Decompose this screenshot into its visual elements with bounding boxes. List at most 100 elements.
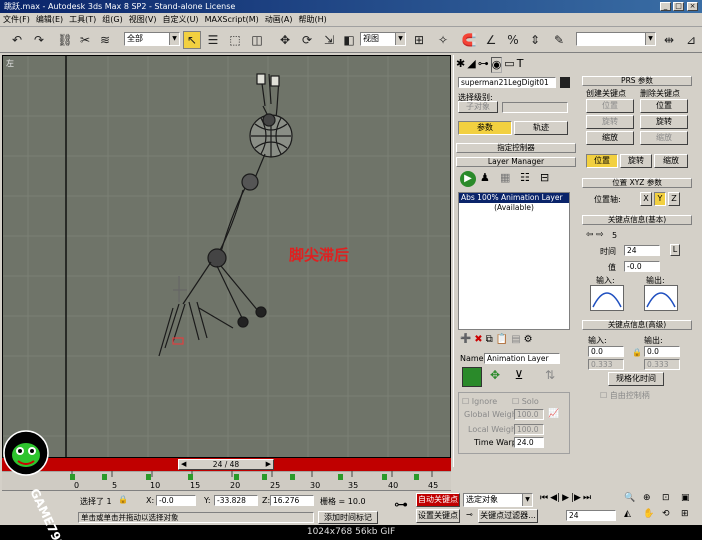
undo-icon[interactable]: ↶ [8, 31, 26, 49]
utilities-tab-icon[interactable]: T [517, 57, 524, 73]
menu-maxscript[interactable]: MAXScript(M) [202, 13, 262, 27]
key-filter-icon[interactable]: ⊸ [466, 510, 473, 519]
next-frame-icon[interactable]: |▶ [571, 493, 581, 507]
object-name-field[interactable]: superman21LegDigit01 [458, 77, 556, 88]
delete-layer-icon[interactable]: ✖ [474, 334, 482, 350]
unlink-icon[interactable]: ✂ [76, 31, 94, 49]
set-key-icon[interactable]: ⊶ [390, 497, 412, 519]
create-tab-icon[interactable]: ✱ [456, 57, 465, 73]
in-tangent-curve-icon[interactable] [590, 285, 624, 311]
ignore-checkbox[interactable]: ☐ Ignore [462, 397, 497, 406]
trajectories-tab[interactable]: 轨迹 [514, 121, 568, 135]
motion-tab-icon[interactable]: ◉ [490, 57, 503, 73]
out-speed-field[interactable]: 0.333 [644, 359, 680, 370]
axis-x-button[interactable]: X [640, 192, 652, 206]
y-coordinate-field[interactable]: -33.828 [214, 495, 258, 506]
x-coordinate-field[interactable]: -0.0 [156, 495, 196, 506]
zoom-icon[interactable]: 🔍 [624, 493, 642, 508]
go-to-end-icon[interactable]: ⏭ [583, 493, 591, 507]
copy-layer-icon[interactable]: ⧉ [486, 334, 493, 350]
key-value-field[interactable]: -0.0 [624, 261, 660, 272]
axis-z-button[interactable]: Z [668, 192, 680, 206]
hierarchy-tab-icon[interactable]: ⊶ [478, 57, 489, 73]
left-viewport[interactable]: 左 脚尖滞后 [2, 55, 451, 458]
scale-mode-button[interactable]: 缩放 [654, 154, 688, 168]
prs-rollout[interactable]: PRS 参数 [582, 76, 692, 86]
assign-controller-rollout[interactable]: 指定控制器 [456, 143, 576, 153]
pivot-center-icon[interactable]: ⊞ [410, 31, 428, 49]
menu-tools[interactable]: 工具(T) [66, 13, 99, 27]
layer-name-field[interactable]: Animation Layer [484, 353, 560, 364]
percent-snap-icon[interactable]: % [504, 31, 522, 49]
key-info-advanced-rollout[interactable]: 关键点信息(高级) [582, 320, 692, 330]
object-color-swatch[interactable] [560, 77, 570, 88]
field-of-view-icon[interactable]: ◭ [624, 509, 642, 524]
create-rotation-key-button[interactable]: 旋转 [586, 115, 634, 129]
named-selection-sets-dropdown[interactable]: ▼ [576, 32, 656, 46]
menu-views[interactable]: 视图(V) [126, 13, 160, 27]
layer-color-swatch[interactable] [462, 367, 482, 387]
maximize-button[interactable]: □ [673, 2, 684, 11]
solo-checkbox[interactable]: ☐ Solo [512, 397, 539, 406]
time-slider-track[interactable]: ◀ 24 / 48 ▶ [2, 458, 451, 471]
link-icon[interactable]: ⛓ [56, 31, 74, 49]
layer-move-icon[interactable]: ✥ [486, 368, 504, 386]
selection-filter-dropdown[interactable]: 全部 ▼ [124, 32, 180, 46]
angle-snap-icon[interactable]: ∠ [482, 31, 500, 49]
mirror-icon[interactable]: ⇹ [660, 31, 678, 49]
curve-icon[interactable]: 📈 [548, 409, 559, 419]
select-object-icon[interactable]: ↖ [183, 31, 201, 49]
layer-list-item[interactable]: Abs 100% Animation Layer [459, 193, 569, 203]
layer-collapse-to-icon[interactable]: ⊻ [510, 368, 528, 386]
named-selection-icon[interactable]: ✎ [550, 31, 568, 49]
key-time-field[interactable]: 24 [624, 245, 660, 256]
lock-key-button[interactable]: L [670, 244, 680, 256]
menu-file[interactable]: 文件(F) [0, 13, 33, 27]
delete-position-key-button[interactable]: 位置 [640, 99, 688, 113]
menu-customize[interactable]: 自定义(U) [159, 13, 201, 27]
free-handle-checkbox[interactable]: ☐ 自由控制柄 [600, 390, 650, 401]
track-bar[interactable]: 0 5 10 15 20 25 30 35 40 45 [2, 471, 451, 491]
add-time-tag-button[interactable]: 添加时间标记 [318, 511, 378, 524]
position-mode-button[interactable]: 位置 [586, 154, 618, 168]
prev-frame-icon[interactable]: ◀| [550, 493, 560, 507]
display-tab-icon[interactable]: ▭ [504, 57, 514, 73]
delete-rotation-key-button[interactable]: 旋转 [640, 115, 688, 129]
key-filters-button[interactable]: 关键点过滤器... [478, 509, 538, 523]
normalize-time-button[interactable]: 规格化时间 [608, 372, 664, 386]
snap-toggle-icon[interactable]: 🧲 [460, 31, 478, 49]
create-position-key-button[interactable]: 位置 [586, 99, 634, 113]
scale-icon[interactable]: ⇲ [320, 31, 338, 49]
menu-help[interactable]: 帮助(H) [295, 13, 329, 27]
layer-collapse-icon[interactable]: ⊟ [540, 171, 556, 187]
add-layer-icon[interactable]: ➕ [460, 334, 471, 350]
play-layer-icon[interactable]: ▶ [460, 171, 476, 187]
zoom-extents-all-icon[interactable]: ▣ [681, 493, 699, 508]
bind-space-warp-icon[interactable]: ≋ [96, 31, 114, 49]
delete-scale-key-button[interactable]: 缩放 [640, 131, 688, 145]
layer-props-icon[interactable]: ☷ [520, 171, 536, 187]
axis-y-button[interactable]: Y [654, 192, 666, 206]
sub-object-button[interactable]: 子对象 [458, 101, 498, 113]
menu-group[interactable]: 组(G) [99, 13, 125, 27]
tangent-lock-icon[interactable]: 🔒 [632, 348, 642, 357]
time-slider[interactable]: ◀ 24 / 48 ▶ [178, 459, 274, 470]
menu-animation[interactable]: 动画(A) [262, 13, 296, 27]
paste-instance-icon[interactable]: ▤ [511, 334, 520, 350]
pan-icon[interactable]: ✋ [643, 509, 661, 524]
layer-figure-icon[interactable]: ♟ [480, 171, 496, 187]
auto-key-button[interactable]: 自动关键点 [416, 493, 460, 507]
go-to-start-icon[interactable]: ⏮ [540, 493, 548, 507]
key-selection-set-dropdown[interactable]: 选定对象 ▼ [463, 493, 533, 507]
layer-grid-icon[interactable]: ▦ [500, 171, 516, 187]
select-manipulate-icon[interactable]: ✧ [434, 31, 452, 49]
minimize-button[interactable]: _ [660, 2, 671, 11]
in-value-field[interactable]: 0.0 [588, 346, 624, 357]
in-speed-field[interactable]: 0.333 [588, 359, 624, 370]
current-frame-field[interactable]: 24 [566, 510, 616, 521]
prev-key-icon[interactable]: ⇦ [586, 230, 594, 240]
layer-anim-icon[interactable]: ⇅ [540, 368, 560, 386]
local-weight-field[interactable]: 100.0 [514, 424, 544, 435]
rotate-icon[interactable]: ⟳ [298, 31, 316, 49]
spinner-snap-icon[interactable]: ⇕ [526, 31, 544, 49]
